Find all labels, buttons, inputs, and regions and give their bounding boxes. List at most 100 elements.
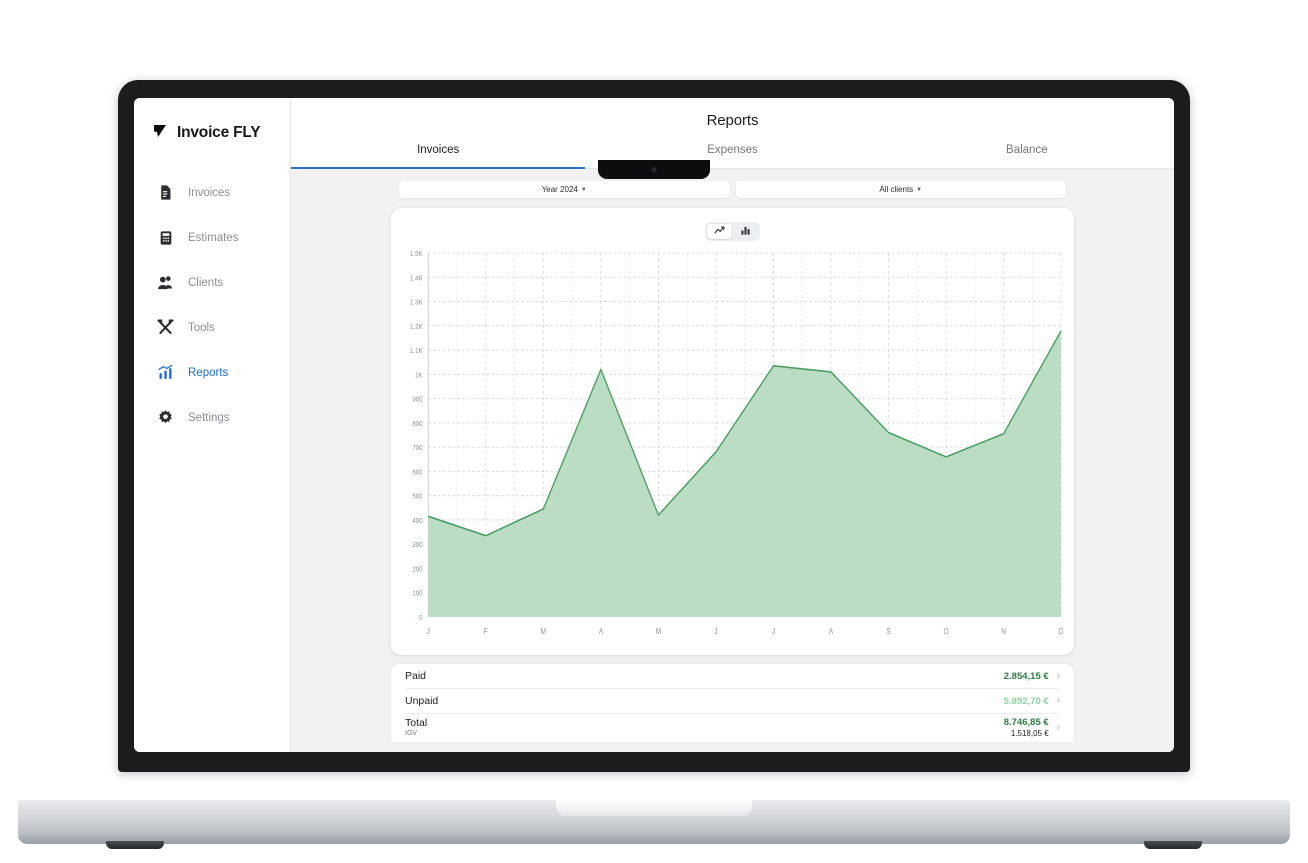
summary-card: Paid 2.854,15 € › Unpaid 5.892,70 € › To…	[391, 664, 1074, 742]
report-content: Year 2024 ▼ All clients ▼ 0 100 200 300 …	[291, 169, 1174, 752]
summary-value: 2.854,15 €	[1003, 670, 1049, 682]
svg-text:D: D	[1059, 626, 1064, 636]
document-icon	[156, 183, 175, 202]
svg-text:1.1K: 1.1K	[410, 348, 423, 356]
report-tabs: Invoices Expenses Balance	[291, 144, 1174, 169]
sidebar-item-invoices[interactable]: Invoices	[134, 170, 290, 215]
svg-text:600: 600	[412, 469, 422, 477]
chevron-down-icon: ▼	[580, 186, 587, 193]
sidebar-item-reports[interactable]: Reports	[134, 350, 290, 395]
client-filter-label: All clients	[879, 185, 914, 194]
svg-text:100: 100	[412, 590, 422, 598]
year-filter-label: Year 2024	[541, 185, 578, 194]
base-lip	[556, 800, 752, 816]
summary-sublabel: IGV	[405, 730, 418, 737]
svg-text:J: J	[772, 626, 776, 636]
laptop-mockup: Invoice FLY Invoices Estimates Clients T…	[0, 0, 1308, 863]
summary-row-left: Total IGV	[405, 717, 427, 737]
line-chart-icon	[714, 223, 725, 241]
line-chart-toggle-button[interactable]	[707, 224, 732, 239]
tab-balance[interactable]: Balance	[880, 144, 1174, 168]
webcam-dot	[651, 167, 657, 172]
bar-chart-icon	[740, 223, 751, 241]
laptop-foot	[106, 841, 164, 849]
sidebar-item-label: Clients	[188, 276, 224, 289]
chevron-down-icon: ▼	[916, 186, 923, 193]
gear-icon	[156, 408, 175, 427]
summary-row-total[interactable]: Total IGV 8.746,85 € 1.518,05 € ›	[405, 714, 1060, 742]
summary-row-right: 5.892,70 € ›	[1004, 696, 1060, 707]
main-content: Reports Invoices Expenses Balance Year 2…	[291, 98, 1174, 752]
people-icon	[156, 273, 175, 292]
sidebar-nav: Invoices Estimates Clients Tools Reports…	[134, 170, 290, 440]
sidebar: Invoice FLY Invoices Estimates Clients T…	[134, 98, 291, 752]
summary-values: 5.892,70 €	[1004, 696, 1049, 707]
tab-invoices[interactable]: Invoices	[291, 144, 586, 169]
calculator-icon	[156, 228, 175, 247]
chevron-right-icon[interactable]: ›	[1057, 722, 1060, 733]
svg-text:700: 700	[412, 445, 422, 453]
paper-plane-icon	[152, 123, 168, 144]
page-title: Reports	[706, 112, 759, 129]
summary-row-right: 2.854,15 € ›	[1004, 671, 1060, 682]
summary-row-left: Paid	[405, 670, 426, 682]
filter-bar: Year 2024 ▼ All clients ▼	[291, 181, 1174, 198]
summary-row-right: 8.746,85 € 1.518,05 € ›	[1004, 717, 1060, 738]
svg-text:300: 300	[412, 542, 422, 550]
sidebar-item-estimates[interactable]: Estimates	[134, 215, 290, 260]
summary-values: 8.746,85 € 1.518,05 €	[1004, 717, 1049, 738]
svg-text:1K: 1K	[415, 372, 423, 380]
summary-row-paid[interactable]: Paid 2.854,15 € ›	[405, 664, 1060, 689]
laptop-base	[18, 800, 1290, 849]
chevron-right-icon[interactable]: ›	[1057, 696, 1060, 706]
area-chart: 0 100 200 300 400 500 600 700 800 900 1K 1.1K 1.2K 1.…	[399, 247, 1066, 647]
chevron-right-icon[interactable]: ›	[1057, 671, 1060, 681]
svg-text:900: 900	[412, 396, 422, 404]
base-edge	[18, 835, 1290, 844]
svg-text:A: A	[829, 626, 833, 636]
summary-value: 5.892,70 €	[1003, 695, 1049, 707]
laptop-lid: Invoice FLY Invoices Estimates Clients T…	[118, 80, 1190, 772]
chart-svg: 0 100 200 300 400 500 600 700 800 900 1K 1.1K 1.2K 1.…	[410, 251, 1064, 637]
bar-chart-icon	[156, 363, 175, 382]
svg-text:J: J	[427, 626, 431, 636]
svg-text:1.3K: 1.3K	[410, 299, 423, 307]
svg-text:0: 0	[419, 615, 423, 623]
sidebar-item-label: Invoices	[188, 186, 231, 199]
summary-label: Unpaid	[405, 695, 439, 707]
svg-text:S: S	[886, 626, 890, 636]
sidebar-item-clients[interactable]: Clients	[134, 260, 290, 305]
sidebar-item-label: Tools	[188, 321, 215, 334]
svg-text:1.5K: 1.5K	[410, 251, 423, 259]
webcam-notch	[598, 160, 710, 179]
topbar: Reports Invoices Expenses Balance	[291, 98, 1174, 169]
svg-text:N: N	[1001, 626, 1006, 636]
svg-text:1.4K: 1.4K	[410, 275, 423, 283]
year-filter-dropdown[interactable]: Year 2024 ▼	[399, 181, 730, 198]
svg-text:F: F	[484, 626, 488, 636]
sidebar-item-settings[interactable]: Settings	[134, 395, 290, 440]
sidebar-item-label: Settings	[188, 411, 230, 424]
summary-row-left: Unpaid	[405, 695, 438, 707]
svg-text:M: M	[656, 626, 661, 636]
summary-row-unpaid[interactable]: Unpaid 5.892,70 € ›	[405, 689, 1060, 714]
svg-text:J: J	[714, 626, 718, 636]
tools-icon	[156, 318, 175, 337]
sidebar-item-label: Reports	[188, 366, 229, 379]
svg-text:M: M	[541, 626, 546, 636]
summary-value: 8.746,85 €	[1003, 717, 1049, 728]
svg-text:500: 500	[412, 493, 422, 501]
svg-text:1.2K: 1.2K	[410, 323, 423, 331]
svg-text:O: O	[944, 626, 949, 636]
summary-label: Paid	[405, 670, 427, 682]
app-screen: Invoice FLY Invoices Estimates Clients T…	[134, 98, 1174, 752]
client-filter-dropdown[interactable]: All clients ▼	[735, 181, 1066, 198]
laptop-display: Invoice FLY Invoices Estimates Clients T…	[134, 98, 1174, 752]
chart-type-toggle	[705, 222, 760, 241]
bar-chart-toggle-button[interactable]	[733, 224, 758, 239]
svg-text:200: 200	[412, 566, 422, 574]
brand: Invoice FLY	[134, 118, 290, 148]
svg-text:800: 800	[412, 420, 422, 428]
svg-text:A: A	[599, 626, 603, 636]
sidebar-item-tools[interactable]: Tools	[134, 305, 290, 350]
